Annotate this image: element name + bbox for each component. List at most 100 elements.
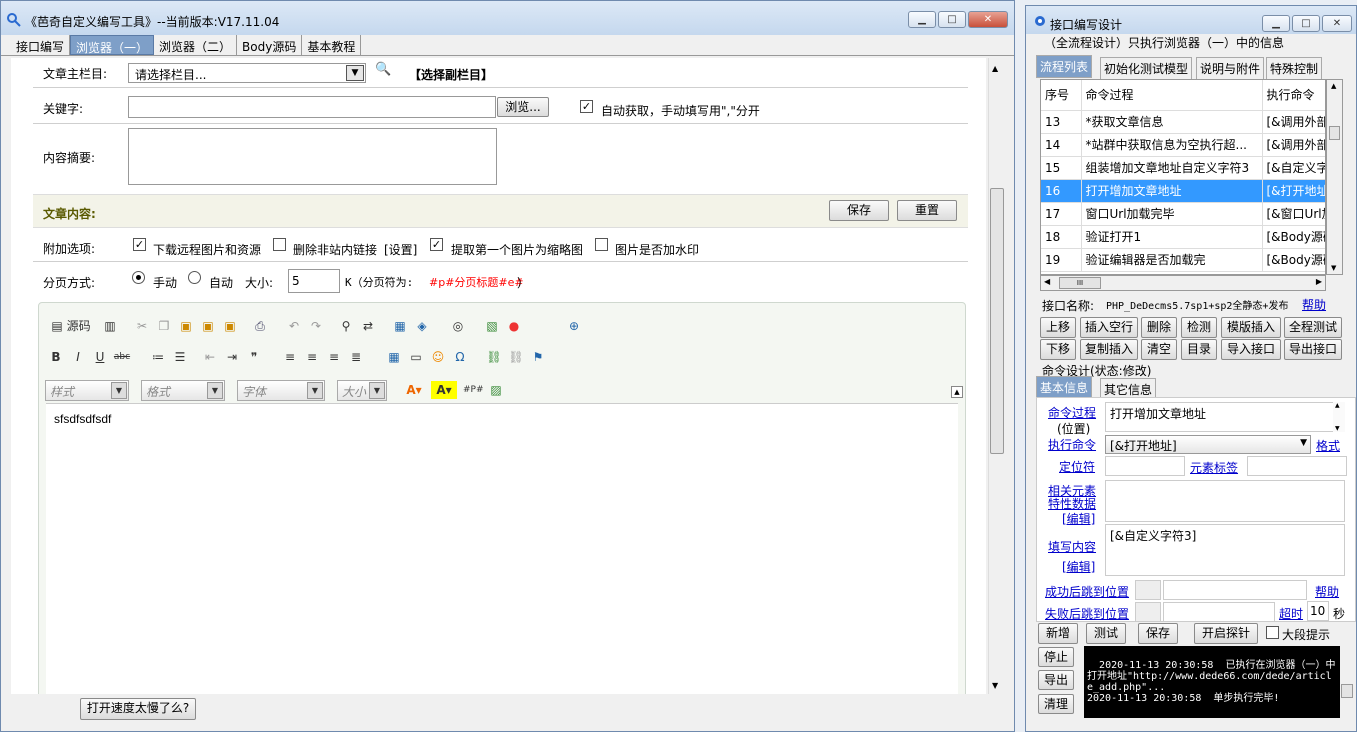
maximize-button[interactable]: □ [938,11,966,28]
tab-browser-1[interactable]: 浏览器（一） [70,35,155,55]
unlink-icon[interactable]: ⛓ [507,348,525,366]
source-button[interactable]: ▤ 源码 [47,317,95,335]
clear-button[interactable]: 清空 [1141,339,1177,360]
tab-body-source[interactable]: Body源码 [237,35,303,55]
link-icon[interactable]: ⛓ [485,348,503,366]
eraser-icon[interactable]: ◈ [413,317,431,335]
delete-links-checkbox[interactable] [273,238,286,251]
exec-select[interactable]: [&打开地址] ▼ [1105,435,1311,454]
table-row-selected[interactable]: 16 打开增加文章地址 [&打开地址 [1041,179,1325,203]
ordered-list-icon[interactable]: ≔ [149,348,167,366]
outdent-icon[interactable]: ⇤ [201,348,219,366]
bg-color-icon[interactable]: A▾ [431,381,457,399]
paste-text-icon[interactable]: ▣ [199,317,217,335]
related-textarea[interactable] [1105,480,1345,522]
timeout-label[interactable]: 超时 [1279,605,1303,622]
full-test-button[interactable]: 全程测试 [1284,317,1342,338]
header-no[interactable]: 序号 [1041,80,1082,111]
paging-auto-radio[interactable] [188,271,201,284]
table-row[interactable]: 18验证打开1[&Body源码 [1041,225,1325,249]
tab-notes[interactable]: 说明与附件 [1196,57,1265,80]
big-hint-checkbox[interactable] [1266,626,1279,639]
table-icon[interactable]: ▦ [385,348,403,366]
anchor-flag-icon[interactable]: ⚑ [529,348,547,366]
element-tag-input[interactable] [1247,456,1347,476]
tab-tutorial[interactable]: 基本教程 [302,35,362,55]
directory-button[interactable]: 目录 [1181,339,1217,360]
bold-icon[interactable]: B [47,348,65,366]
text-color-icon[interactable]: A▾ [401,381,427,399]
blockquote-icon[interactable]: ❞ [245,348,263,366]
style-select[interactable]: 样式 ▼ [45,380,129,401]
italic-icon[interactable]: I [69,348,87,366]
align-center-icon[interactable]: ≡ [303,348,321,366]
paste-icon[interactable]: ▣ [177,317,195,335]
clean-button[interactable]: 清理 [1038,694,1074,714]
help-link[interactable]: 帮助 [1302,296,1326,313]
check-button[interactable]: 检测 [1181,317,1217,338]
align-left-icon[interactable]: ≡ [281,348,299,366]
format-link[interactable]: 格式 [1316,437,1340,454]
proc-label[interactable]: 命令过程 [1048,404,1096,421]
paste-word-icon[interactable]: ▣ [221,317,239,335]
success-jump-label[interactable]: 成功后跳到位置 [1045,583,1129,600]
insert-icon[interactable]: ▨ [487,381,505,399]
export-iface-button[interactable]: 导出接口 [1284,339,1342,360]
auto-fetch-checkbox[interactable]: ✓ [580,100,593,113]
move-down-button[interactable]: 下移 [1040,339,1076,360]
table-row[interactable]: 14 *站群中获取信息为空执行超... [&调用外部 [1041,133,1325,157]
header-proc[interactable]: 命令过程 [1081,80,1263,111]
close-button[interactable]: ✕ [1322,15,1352,32]
minimize-button[interactable]: ▁ [908,11,936,28]
probe-button[interactable]: 开启探针 [1194,623,1258,644]
cut-icon[interactable]: ✂ [133,317,151,335]
underline-icon[interactable]: U [91,348,109,366]
template-icon[interactable]: ▥ [101,317,119,335]
save-button[interactable]: 保存 [829,200,889,221]
undo-icon[interactable]: ↶ [285,317,303,335]
collapse-toolbar-icon[interactable]: ▲ [951,386,963,398]
find-icon[interactable]: ⚲ [337,317,355,335]
proc-input[interactable]: 打开增加文章地址 [1105,402,1345,432]
sub-column-link[interactable]: 【选择副栏目】 [409,66,493,83]
copy-insert-button[interactable]: 复制插入 [1080,339,1138,360]
page-break-icon[interactable]: #P# [463,381,484,399]
close-button[interactable]: ✕ [968,11,1008,28]
maximize-button[interactable]: □ [1292,15,1320,32]
search-icon[interactable]: 🔍 [375,62,391,77]
hr-icon[interactable]: ▭ [407,348,425,366]
redo-icon[interactable]: ↷ [307,317,325,335]
locator-label[interactable]: 定位符 [1059,458,1095,475]
element-tag-link[interactable]: 元素标签 [1190,459,1238,476]
table-row[interactable]: 17窗口Url加载完毕[&窗口Url加 [1041,202,1325,226]
thumbnail-checkbox[interactable]: ✓ [430,238,443,251]
download-remote-checkbox[interactable]: ✓ [133,238,146,251]
summary-textarea[interactable] [128,128,497,185]
import-iface-button[interactable]: 导入接口 [1221,339,1281,360]
fail-jump-input[interactable] [1163,602,1275,622]
smiley-icon[interactable]: ☺ [429,348,447,366]
edit-fill-link[interactable]: [编辑] [1062,558,1095,575]
tab-init-model[interactable]: 初始化测试模型 [1100,57,1193,80]
font-select[interactable]: 字体 ▼ [237,380,325,401]
timeout-input[interactable]: 10 [1307,601,1329,621]
scrollbar-thumb[interactable] [990,188,1004,454]
replace-icon[interactable]: ⇄ [359,317,377,335]
chevron-down-icon[interactable]: ▼ [346,65,364,81]
select-all-icon[interactable]: ▦ [391,317,409,335]
size-input[interactable]: 5 [288,269,340,293]
fill-label[interactable]: 填写内容 [1048,538,1096,555]
settings-link[interactable]: [设置] [384,241,417,258]
keywords-input[interactable] [128,96,496,118]
header-cmd[interactable]: 执行命令 [1262,80,1325,111]
align-right-icon[interactable]: ≡ [325,348,343,366]
template-insert-button[interactable]: 模版插入 [1221,317,1281,338]
test-button[interactable]: 测试 [1086,623,1126,644]
table-row[interactable]: 19验证编辑器是否加载完[&Body源码 [1041,248,1325,272]
move-up-button[interactable]: 上移 [1040,317,1076,338]
new-button[interactable]: 新增 [1038,623,1078,644]
watermark-checkbox[interactable] [595,238,608,251]
locator-input[interactable] [1105,456,1185,476]
minimize-button[interactable]: ▁ [1262,15,1290,32]
exec-label[interactable]: 执行命令 [1048,436,1096,453]
